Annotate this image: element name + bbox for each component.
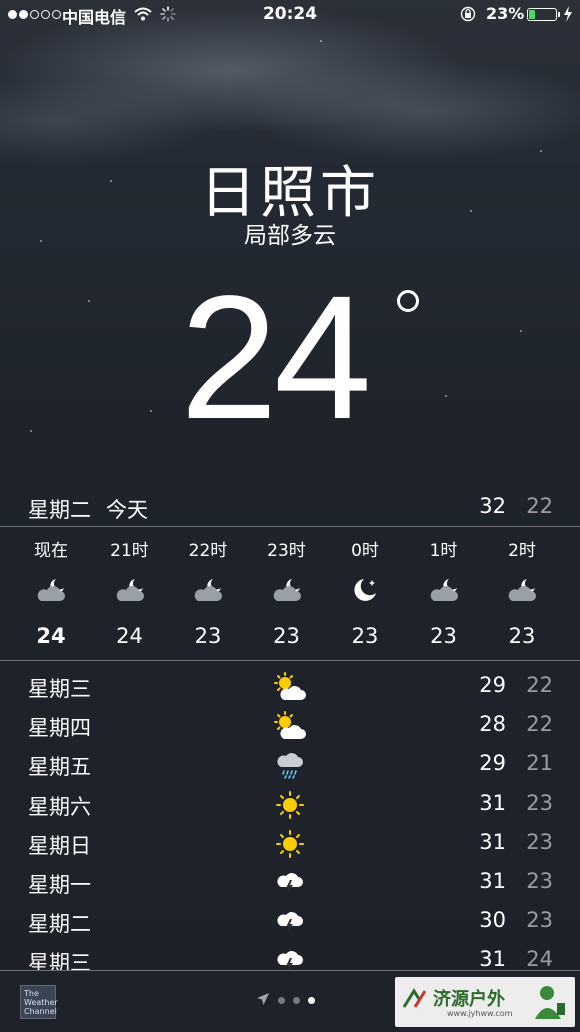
daily-forecast-list[interactable]: 星期三 29 22 星期四 28 22 星期五 29 21 星期六 31 23 星期日 31 23 星期一 31… bbox=[0, 0, 580, 970]
daily-weekday: 星期五 bbox=[28, 755, 91, 780]
daily-low: 22 bbox=[526, 673, 553, 697]
daily-low: 23 bbox=[526, 829, 553, 854]
daily-weekday: 星期日 bbox=[28, 833, 91, 858]
daily-high: 30 bbox=[479, 908, 506, 933]
footer-bar: The Weather Channel 济源户外 www.jyhww.com bbox=[0, 970, 580, 1032]
daily-high: 31 bbox=[479, 947, 506, 970]
daily-row: 星期二 30 23 bbox=[0, 904, 580, 940]
daily-weekday: 星期三 bbox=[28, 677, 91, 701]
daily-row: 星期三 31 24 bbox=[0, 943, 580, 970]
daily-high: 31 bbox=[479, 829, 506, 854]
watermark: 济源户外 www.jyhww.com bbox=[395, 977, 575, 1027]
daily-row: 星期三 29 22 bbox=[0, 669, 580, 705]
daily-weekday: 星期三 bbox=[28, 951, 91, 970]
thunderstorm-icon bbox=[270, 943, 310, 970]
watermark-mark-icon bbox=[402, 988, 427, 1008]
thunderstorm-icon bbox=[270, 904, 310, 940]
page-dot-active[interactable] bbox=[308, 997, 315, 1004]
daily-high: 31 bbox=[479, 790, 506, 815]
daily-low: 24 bbox=[526, 947, 553, 970]
daily-weekday: 星期四 bbox=[28, 716, 91, 741]
sunny-icon bbox=[270, 826, 310, 862]
watermark-title: 济源户外 bbox=[433, 989, 505, 1010]
daily-high: 28 bbox=[479, 712, 506, 737]
daily-low: 21 bbox=[526, 751, 553, 776]
daily-high: 29 bbox=[479, 673, 506, 697]
daily-high: 31 bbox=[479, 869, 506, 893]
partly-cloudy-day-icon bbox=[270, 669, 310, 705]
daily-low: 23 bbox=[526, 790, 553, 815]
daily-row: 星期日 31 23 bbox=[0, 826, 580, 862]
weather-channel-logo[interactable]: The Weather Channel bbox=[20, 985, 58, 1019]
daily-low: 23 bbox=[526, 869, 553, 893]
daily-row: 星期六 31 23 bbox=[0, 787, 580, 823]
daily-high: 29 bbox=[479, 751, 506, 776]
thunderstorm-icon bbox=[270, 865, 310, 901]
sunny-icon bbox=[270, 787, 310, 823]
location-arrow-icon bbox=[256, 991, 270, 1010]
watermark-url: www.jyhww.com bbox=[447, 1009, 513, 1018]
rain-icon bbox=[270, 747, 310, 783]
daily-row: 星期一 31 23 bbox=[0, 865, 580, 901]
page-indicator[interactable] bbox=[256, 991, 315, 1010]
daily-low: 22 bbox=[526, 712, 553, 737]
page-dot[interactable] bbox=[278, 997, 285, 1004]
daily-row: 星期五 29 21 bbox=[0, 747, 580, 783]
daily-low: 23 bbox=[526, 908, 553, 933]
page-dot[interactable] bbox=[293, 997, 300, 1004]
daily-weekday: 星期六 bbox=[28, 794, 91, 819]
daily-weekday: 星期二 bbox=[28, 912, 91, 937]
partly-cloudy-day-icon bbox=[270, 708, 310, 744]
watermark-figure-icon bbox=[535, 986, 565, 1019]
daily-row: 星期四 28 22 bbox=[0, 708, 580, 744]
daily-weekday: 星期一 bbox=[28, 873, 91, 897]
